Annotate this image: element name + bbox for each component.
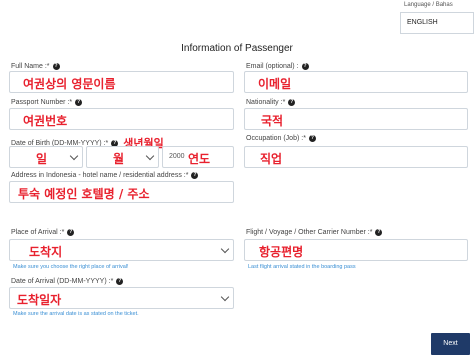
date-of-arrival-select[interactable]: 도착일자: [9, 287, 234, 309]
passport-value: 여권번호: [23, 114, 68, 128]
help-icon[interactable]: ?: [191, 172, 199, 179]
dob-year-input[interactable]: 2000 연도: [162, 146, 234, 168]
occupation-select[interactable]: 직업: [244, 146, 468, 168]
help-icon[interactable]: ?: [52, 63, 60, 70]
help-icon[interactable]: ?: [116, 278, 124, 285]
email-input[interactable]: 이메일: [244, 71, 468, 93]
address-label: Address in Indonesia - hotel name / resi…: [11, 172, 199, 179]
address-value: 투숙 예정인 호텔명 / 주소: [18, 187, 150, 201]
place-of-arrival-label: Place of Arrival :* ?: [11, 229, 75, 236]
passport-label: Passport Number :* ?: [11, 99, 83, 106]
chevron-down-icon: [69, 151, 79, 161]
email-label-text: Email (optional) :: [246, 63, 299, 70]
page-title: Information of Passenger: [181, 43, 293, 54]
full-name-input[interactable]: 여권상의 영문이름: [9, 71, 234, 93]
help-icon[interactable]: ?: [67, 229, 75, 236]
place-of-arrival-value: 도착지: [29, 245, 63, 259]
address-label-text: Address in Indonesia - hotel name / resi…: [11, 172, 189, 179]
date-of-arrival-label: Date of Arrival (DD-MM-YYYY) :* ?: [11, 278, 124, 285]
dob-day-select[interactable]: 일: [9, 146, 83, 168]
nationality-label-text: Nationality :*: [246, 99, 286, 106]
nationality-label: Nationality :* ?: [246, 99, 296, 106]
passport-label-text: Passport Number :*: [11, 99, 73, 106]
flight-hint: Last flight arrival stated in the boardi…: [248, 264, 356, 270]
dob-year-annotation: 연도: [188, 152, 211, 166]
flight-label-text: Flight / Voyage / Other Carrier Number :…: [246, 229, 373, 236]
date-of-arrival-value: 도착일자: [17, 293, 62, 307]
next-button[interactable]: Next: [431, 333, 470, 355]
full-name-label-text: Full Name :*: [11, 63, 50, 70]
email-value: 이메일: [258, 77, 292, 91]
help-icon[interactable]: ?: [75, 99, 83, 106]
chevron-down-icon: [145, 151, 155, 161]
dob-day-value: 일: [36, 152, 48, 166]
date-of-arrival-hint: Make sure the arrival date is as stated …: [13, 311, 139, 317]
dob-year-value: 2000: [169, 153, 185, 160]
date-of-arrival-label-text: Date of Arrival (DD-MM-YYYY) :*: [11, 278, 114, 285]
nationality-value: 국적: [261, 114, 284, 128]
chevron-down-icon: [220, 244, 230, 254]
help-icon[interactable]: ?: [288, 99, 296, 106]
flight-label: Flight / Voyage / Other Carrier Number :…: [246, 229, 383, 236]
occupation-label-text: Occupation (Job) :*: [246, 135, 306, 142]
help-icon[interactable]: ?: [308, 135, 316, 142]
full-name-value: 여권상의 영문이름: [23, 77, 116, 91]
email-label: Email (optional) : ?: [246, 63, 309, 70]
address-input[interactable]: 투숙 예정인 호텔명 / 주소: [9, 181, 234, 203]
help-icon[interactable]: ?: [301, 63, 309, 70]
language-label: Language / Bahas: [404, 2, 453, 8]
help-icon[interactable]: ?: [375, 229, 383, 236]
passport-input[interactable]: 여권번호: [9, 108, 234, 130]
occupation-value: 직업: [260, 152, 283, 166]
flight-input[interactable]: 항공편명: [244, 239, 468, 261]
place-of-arrival-select[interactable]: 도착지: [9, 239, 234, 261]
language-select[interactable]: ENGLISH: [400, 12, 474, 34]
nationality-select[interactable]: 국적: [244, 108, 468, 130]
occupation-label: Occupation (Job) :* ?: [246, 135, 316, 142]
flight-value: 항공편명: [259, 245, 304, 259]
dob-month-value: 월: [113, 152, 125, 166]
place-of-arrival-label-text: Place of Arrival :*: [11, 229, 65, 236]
place-of-arrival-hint: Make sure you choose the right place of …: [13, 264, 129, 270]
full-name-label: Full Name :* ?: [11, 63, 60, 70]
dob-month-select[interactable]: 월: [86, 146, 159, 168]
chevron-down-icon: [220, 292, 230, 302]
